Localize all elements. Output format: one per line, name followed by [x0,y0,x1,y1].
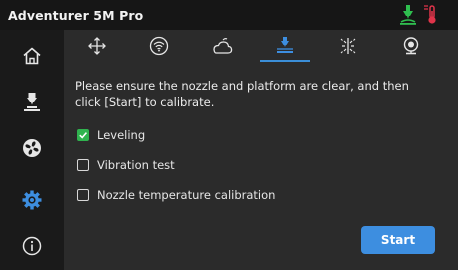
app-title: Adventurer 5M Pro [8,7,144,23]
tab-camera[interactable] [378,30,444,62]
wifi-icon [149,36,169,56]
home-icon [23,47,41,65]
thermometer-icon [423,4,441,26]
title-bar: Adventurer 5M Pro [0,0,458,30]
vibration-test-label: Vibration test [97,158,175,172]
calibration-message: Please ensure the nozzle and platform ar… [75,79,409,109]
cloud-icon [213,38,233,54]
nozzle-temperature-label: Nozzle temperature calibration [97,188,276,202]
option-leveling[interactable]: Leveling [77,125,145,145]
main-panel: Please ensure the nozzle and platform ar… [64,30,458,270]
checkmark-icon [79,132,88,139]
nozzle-temperature-checkbox[interactable] [77,189,89,201]
leveling-checkbox[interactable] [77,129,89,141]
nozzle-icon [24,93,40,111]
light-icon [340,38,356,54]
info-icon [22,236,42,256]
tab-cloud[interactable] [189,30,255,62]
calibration-icon [277,37,293,53]
printer-screen: Adventurer 5M Pro Please ensure the nozz… [0,0,458,270]
camera-icon [403,37,419,55]
sidebar-item-info[interactable] [0,222,64,270]
gear-icon [22,190,42,210]
option-nozzle-temperature-calibration[interactable]: Nozzle temperature calibration [77,185,275,205]
tab-move[interactable] [64,30,130,62]
sidebar [0,30,64,270]
sidebar-item-settings[interactable] [0,176,64,224]
move-arrows-icon [88,37,106,55]
sidebar-item-fan[interactable] [0,124,64,172]
fan-icon [23,139,41,157]
option-vibration-test[interactable]: Vibration test [77,155,175,175]
sidebar-item-home[interactable] [0,32,64,80]
tab-light[interactable] [315,30,381,62]
sidebar-item-print[interactable] [0,78,64,126]
leveling-label: Leveling [97,128,146,142]
active-tab-indicator [260,60,310,62]
tab-calibration[interactable] [252,30,318,62]
tab-bar [64,30,458,62]
vibration-test-checkbox[interactable] [77,159,89,171]
start-button[interactable]: Start [361,226,435,254]
nozzle-status-icon [398,4,418,26]
tab-wifi[interactable] [126,30,192,62]
